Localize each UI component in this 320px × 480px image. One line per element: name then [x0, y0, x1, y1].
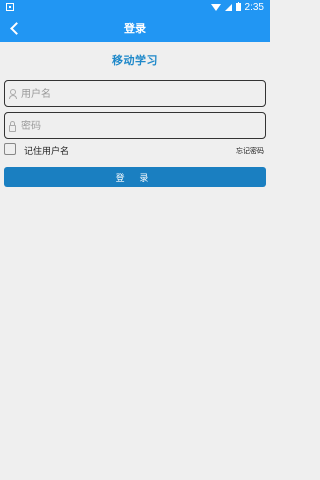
remember-label: 记住用户名: [24, 147, 70, 157]
battery-icon: [235, 2, 241, 11]
username-input[interactable]: [21, 85, 257, 103]
page-title: 登录: [124, 22, 146, 35]
signal-icon: [224, 3, 232, 11]
app-bar: 登录: [0, 14, 270, 42]
status-time: 2:35: [244, 1, 264, 13]
password-input[interactable]: [21, 117, 257, 135]
username-field[interactable]: [4, 80, 266, 107]
password-field[interactable]: [4, 112, 266, 139]
app-heading: 移动学习: [112, 54, 158, 67]
person-icon: [9, 89, 17, 99]
remember-row: 记住用户名 忘记密码: [4, 143, 266, 157]
remember-checkbox[interactable]: [4, 143, 16, 155]
notification-icon: [6, 3, 14, 11]
lock-icon: [9, 121, 16, 132]
forgot-password-link[interactable]: 忘记密码: [236, 146, 264, 156]
wifi-icon: [210, 4, 221, 11]
login-button[interactable]: 登 录: [4, 167, 266, 187]
status-icons: 2:35: [210, 1, 264, 13]
status-bar: 2:35: [0, 0, 270, 14]
